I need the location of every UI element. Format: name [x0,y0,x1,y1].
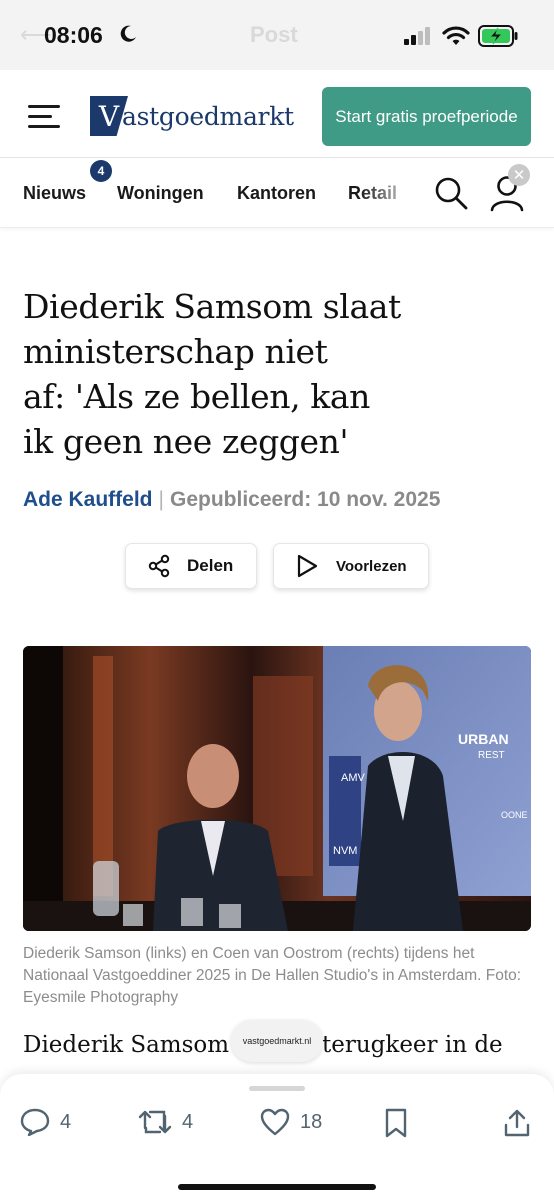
article-title: Diederik Samsom slaat ministerschap niet… [23,284,423,464]
category-nav: Nieuws 4 Woningen Kantoren Retail ✕ [0,158,554,228]
status-bar: ⟵ 08:06 Post [0,0,554,70]
status-time: 08:06 [44,22,103,48]
title-line: af: 'Als ze bellen, kan [23,377,371,416]
screen-text: REST [478,750,505,761]
repost-button[interactable]: 4 [138,1108,193,1136]
reply-button[interactable]: 4 [20,1108,71,1136]
title-line: ministerschap niet [23,332,328,371]
nav-item-woningen[interactable]: Woningen [117,183,204,204]
screen-text: NVM [333,845,357,857]
moon-icon [120,25,136,42]
share-post-button[interactable] [504,1108,530,1138]
menu-icon[interactable] [28,105,60,128]
url-pill[interactable]: vastgoedmarkt.nl [231,1020,323,1062]
logo-text: astgoedmarkt [122,101,294,131]
nav-scroll-fade [360,168,420,218]
search-icon[interactable] [434,176,468,210]
photo-caption: Diederik Samson (links) en Coen van Oost… [23,945,522,1006]
title-line: ik geen nee zeggen' [23,422,349,461]
heart-icon [260,1108,290,1136]
read-aloud-button[interactable]: Voorlezen [273,543,429,589]
wifi-icon [442,26,470,45]
sheet-grabber[interactable] [249,1086,305,1091]
bookmark-button[interactable] [384,1108,408,1138]
close-icon[interactable]: ✕ [508,164,530,186]
play-icon [297,554,318,578]
reply-count: 4 [60,1110,72,1133]
share-label: Delen [187,556,234,575]
like-button[interactable]: 18 [260,1108,322,1136]
home-indicator[interactable] [178,1184,376,1190]
screen-text: OONE [501,810,528,820]
nav-item-nieuws[interactable]: Nieuws [23,183,86,204]
battery-charging-icon [478,25,518,47]
byline-separator: | [158,488,164,511]
read-aloud-label: Voorlezen [336,557,407,575]
reply-icon [20,1108,50,1136]
news-count-badge: 4 [90,160,112,182]
share-icon [148,554,170,578]
repost-icon [138,1110,172,1134]
publish-date: Gepubliceerd: 10 nov. 2025 [169,488,441,511]
site-header: V astgoedmarkt Start gratis proefperiode [0,70,554,158]
author-link[interactable]: Ade Kauffeld [23,488,153,511]
body-text-left: Diederik Samsom [23,1032,230,1058]
article-photo[interactable]: AMV URBAN REST NVM OONE [23,646,531,931]
signal-icon [404,27,430,45]
body-text-right: terugkeer in de [322,1032,503,1058]
nav-item-kantoren[interactable]: Kantoren [237,183,316,204]
share-button[interactable]: Delen [125,543,257,589]
title-line: Diederik Samsom slaat [23,287,401,326]
ghost-post-title: Post [250,22,298,47]
screen-text: URBAN [458,731,509,747]
screen-text: AMV [341,772,366,784]
repost-count: 4 [182,1110,194,1133]
site-logo[interactable]: V astgoedmarkt [90,96,294,136]
start-trial-button[interactable]: Start gratis proefperiode [322,87,531,146]
like-count: 18 [300,1110,323,1133]
byline: Ade Kauffeld | Gepubliceerd: 10 nov. 2025 [23,488,440,512]
bookmark-icon [385,1108,407,1138]
post-action-bar: 4 4 18 [0,1074,554,1200]
upload-share-icon [504,1109,530,1137]
